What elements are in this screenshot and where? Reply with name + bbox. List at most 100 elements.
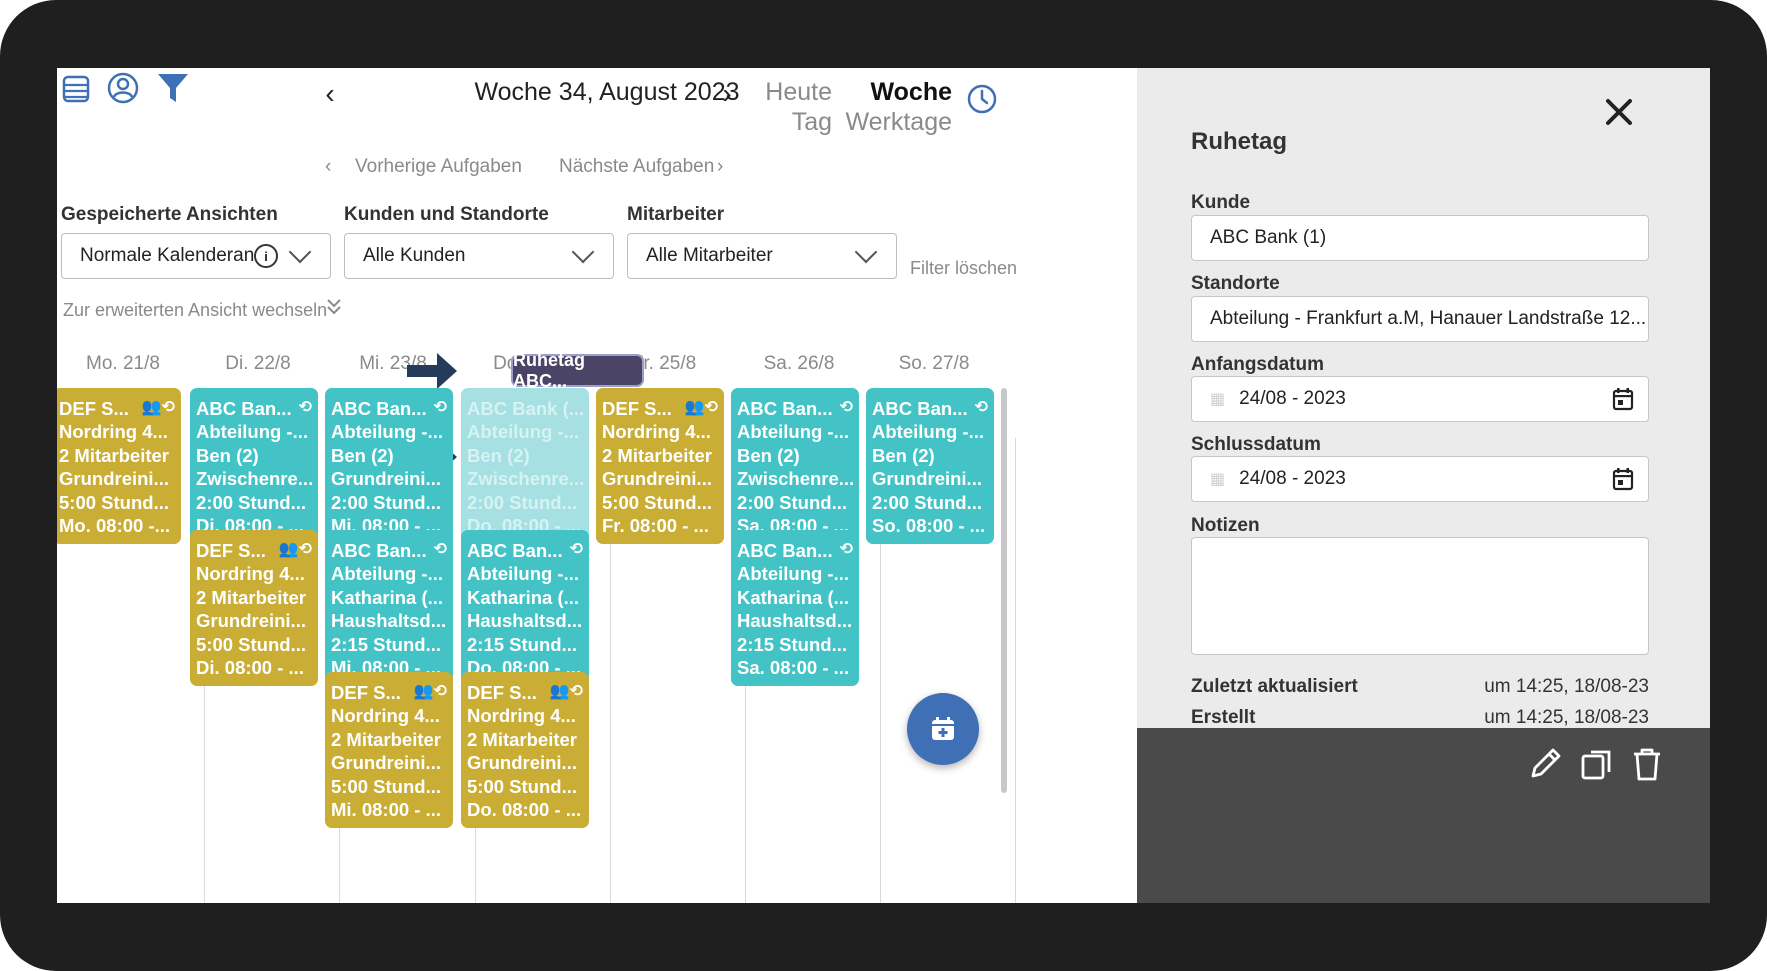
app-screen: ‹ Woche 34, August 2023 › Heute Tag Woch… [57, 68, 1710, 903]
panel-title: Ruhetag [1191, 128, 1287, 155]
task-card-line: Grundreini... [467, 752, 577, 774]
start-date-field[interactable]: ▦ 24/08 - 2023 [1191, 376, 1649, 422]
task-card[interactable]: ⟲ ABC Ban... Abteilung -... Katharina (...… [461, 530, 589, 686]
end-date-value: 24/08 - 2023 [1239, 468, 1346, 489]
team-repeat-icon: 👥⟲ [413, 683, 447, 700]
task-card-line: 2 Mitarbeiter [467, 728, 578, 750]
chevron-down-icon [571, 240, 595, 264]
list-view-icon[interactable] [59, 72, 93, 106]
task-card[interactable]: ⟲ ABC Ban... Abteilung -... Ben (2) Grundre… [866, 388, 994, 544]
advanced-view-toggle[interactable]: Zur erweiterten Ansicht wechseln [63, 300, 327, 321]
saved-views-label: Gespeicherte Ansichten [61, 204, 278, 225]
task-card-line: Mi. 08:00 - ... [331, 799, 442, 821]
repeat-icon: ⟲ [569, 541, 583, 558]
customer-label: Kunde [1191, 192, 1251, 213]
task-card-line: Grundreini... [196, 610, 306, 632]
copy-icon[interactable] [1577, 744, 1617, 784]
task-card-line: 5:00 Stund... [196, 633, 306, 655]
task-card-line: 2 Mitarbeiter [196, 586, 307, 608]
task-card-line: So. 08:00 - ... [872, 515, 986, 537]
scrollbar[interactable] [1001, 388, 1007, 793]
task-card-line: Nordring 4... [196, 563, 305, 585]
task-card[interactable]: ⟲ ABC Ban... Abteilung -... Ben (2) Grundre… [325, 388, 453, 544]
clock-icon[interactable] [965, 82, 999, 116]
add-event-button[interactable] [907, 693, 979, 765]
task-card[interactable]: 👥⟲ DEF S... Nordring 4... 2 Mitarbeiter Gru… [190, 530, 318, 686]
task-card-line: Abteilung -... [737, 563, 850, 585]
task-card-line: Di. 08:00 - ... [196, 657, 304, 679]
team-repeat-icon: 👥⟲ [278, 541, 312, 558]
start-date-value: 24/08 - 2023 [1239, 388, 1346, 409]
customers-select[interactable]: Alle Kunden [344, 233, 614, 279]
team-repeat-icon: 👥⟲ [141, 399, 175, 416]
repeat-icon: ⟲ [298, 399, 312, 416]
next-tasks-chevron-icon[interactable]: › [717, 156, 723, 178]
view-day-button[interactable]: Tag [747, 108, 832, 137]
customer-field[interactable]: ABC Bank (1) [1191, 215, 1649, 261]
task-card-line: Ben (2) [737, 444, 800, 466]
task-card-line: 2:15 Stund... [467, 633, 577, 655]
locations-field[interactable]: Abteilung - Frankfurt a.M, Hanauer Lands… [1191, 296, 1649, 342]
end-date-field[interactable]: ▦ 24/08 - 2023 [1191, 456, 1649, 502]
calendar-main: ‹ Woche 34, August 2023 › Heute Tag Woch… [57, 68, 1137, 903]
customers-label: Kunden und Standorte [344, 204, 549, 225]
task-card-line: Ben (2) [467, 444, 530, 466]
next-tasks-link[interactable]: Nächste Aufgaben [559, 156, 714, 178]
edit-pencil-icon[interactable] [1525, 744, 1565, 784]
task-card-line: Zwischenre... [467, 468, 585, 490]
task-card-line: Abteilung -... [331, 563, 444, 585]
task-card-line: Grundreini... [331, 752, 441, 774]
task-card-line: 5:00 Stund... [59, 491, 169, 513]
task-card-line: Grundreini... [59, 468, 169, 490]
trash-icon[interactable] [1627, 744, 1667, 784]
double-chevron-down-icon[interactable] [325, 296, 343, 324]
task-card-line: Zwischenre... [196, 468, 314, 490]
task-card-dimmed[interactable]: ABC Bank (... Abteilung -... Ben (2) Zwisch… [461, 388, 589, 544]
calendar-icon[interactable] [1612, 387, 1634, 411]
team-repeat-icon: 👥⟲ [549, 683, 583, 700]
task-card-line: 2:00 Stund... [467, 491, 577, 513]
clear-filters-link[interactable]: Filter löschen [910, 258, 1017, 279]
task-card[interactable]: ⟲ ABC Ban... Abteilung -... Ben (2) Zwische… [190, 388, 318, 544]
info-icon[interactable]: i [254, 244, 278, 268]
prev-tasks-link[interactable]: Vorherige Aufgaben [355, 156, 522, 178]
task-card[interactable]: ⟲ ABC Ban... Abteilung -... Katharina (...… [325, 530, 453, 686]
calendar-icon[interactable] [1612, 467, 1634, 491]
saved-views-select[interactable]: Normale Kalenderans... i [61, 233, 331, 279]
user-icon[interactable] [105, 70, 141, 106]
task-card-line: 2:00 Stund... [872, 491, 982, 513]
day-header: Di. 22/8 [225, 353, 291, 374]
task-card[interactable]: 👥⟲ DEF S... Nordring 4... 2 Mitarbeiter Gru… [57, 388, 181, 544]
task-card[interactable]: 👥⟲ DEF S... Nordring 4... 2 Mitarbeiter Gru… [325, 672, 453, 828]
task-card-line: Haushaltsd... [737, 610, 853, 632]
notes-textarea[interactable] [1191, 537, 1649, 655]
task-card-line: Abteilung -... [467, 421, 580, 443]
view-today-button[interactable]: Heute [747, 78, 832, 107]
task-card[interactable]: 👥⟲ DEF S... Nordring 4... 2 Mitarbeiter Gru… [596, 388, 724, 544]
prev-week-chevron-icon[interactable]: ‹ [315, 76, 345, 112]
day-header: Sa. 26/8 [763, 353, 835, 374]
filter-icon[interactable] [155, 70, 191, 106]
next-week-chevron-icon[interactable]: › [712, 76, 742, 112]
view-workdays-button[interactable]: Werktage [837, 108, 952, 137]
task-card-line: Nordring 4... [59, 421, 168, 443]
task-card-line: 2 Mitarbeiter [59, 444, 170, 466]
task-card-line: Mo. 08:00 -... [59, 515, 171, 537]
task-card-line: Fr. 08:00 - ... [602, 515, 709, 537]
rest-day-event-pill[interactable]: Ruhetag ABC... [511, 350, 644, 391]
task-card[interactable]: ⟲ ABC Ban... Abteilung -... Ben (2) Zwische… [731, 388, 859, 544]
task-card-line: Abteilung -... [872, 421, 985, 443]
staff-value: Alle Mitarbeiter [646, 245, 773, 266]
task-card-line: Ben (2) [331, 444, 394, 466]
task-card[interactable]: 👥⟲ DEF S... Nordring 4... 2 Mitarbeiter Gru… [461, 672, 589, 828]
start-date-label: Anfangsdatum [1191, 354, 1324, 375]
view-week-button[interactable]: Woche [847, 78, 953, 107]
updated-value: um 14:25, 18/08-23 [1484, 676, 1649, 697]
task-card[interactable]: ⟲ ABC Ban... Abteilung -... Katharina (...… [731, 530, 859, 686]
prev-tasks-chevron-icon[interactable]: ‹ [325, 156, 331, 178]
detail-panel: Ruhetag Kunde ABC Bank (1) Standorte Abt… [1137, 68, 1710, 903]
locations-label: Standorte [1191, 273, 1280, 294]
staff-select[interactable]: Alle Mitarbeiter [627, 233, 897, 279]
close-icon[interactable] [1599, 92, 1639, 132]
day-header: Mo. 21/8 [86, 353, 160, 374]
